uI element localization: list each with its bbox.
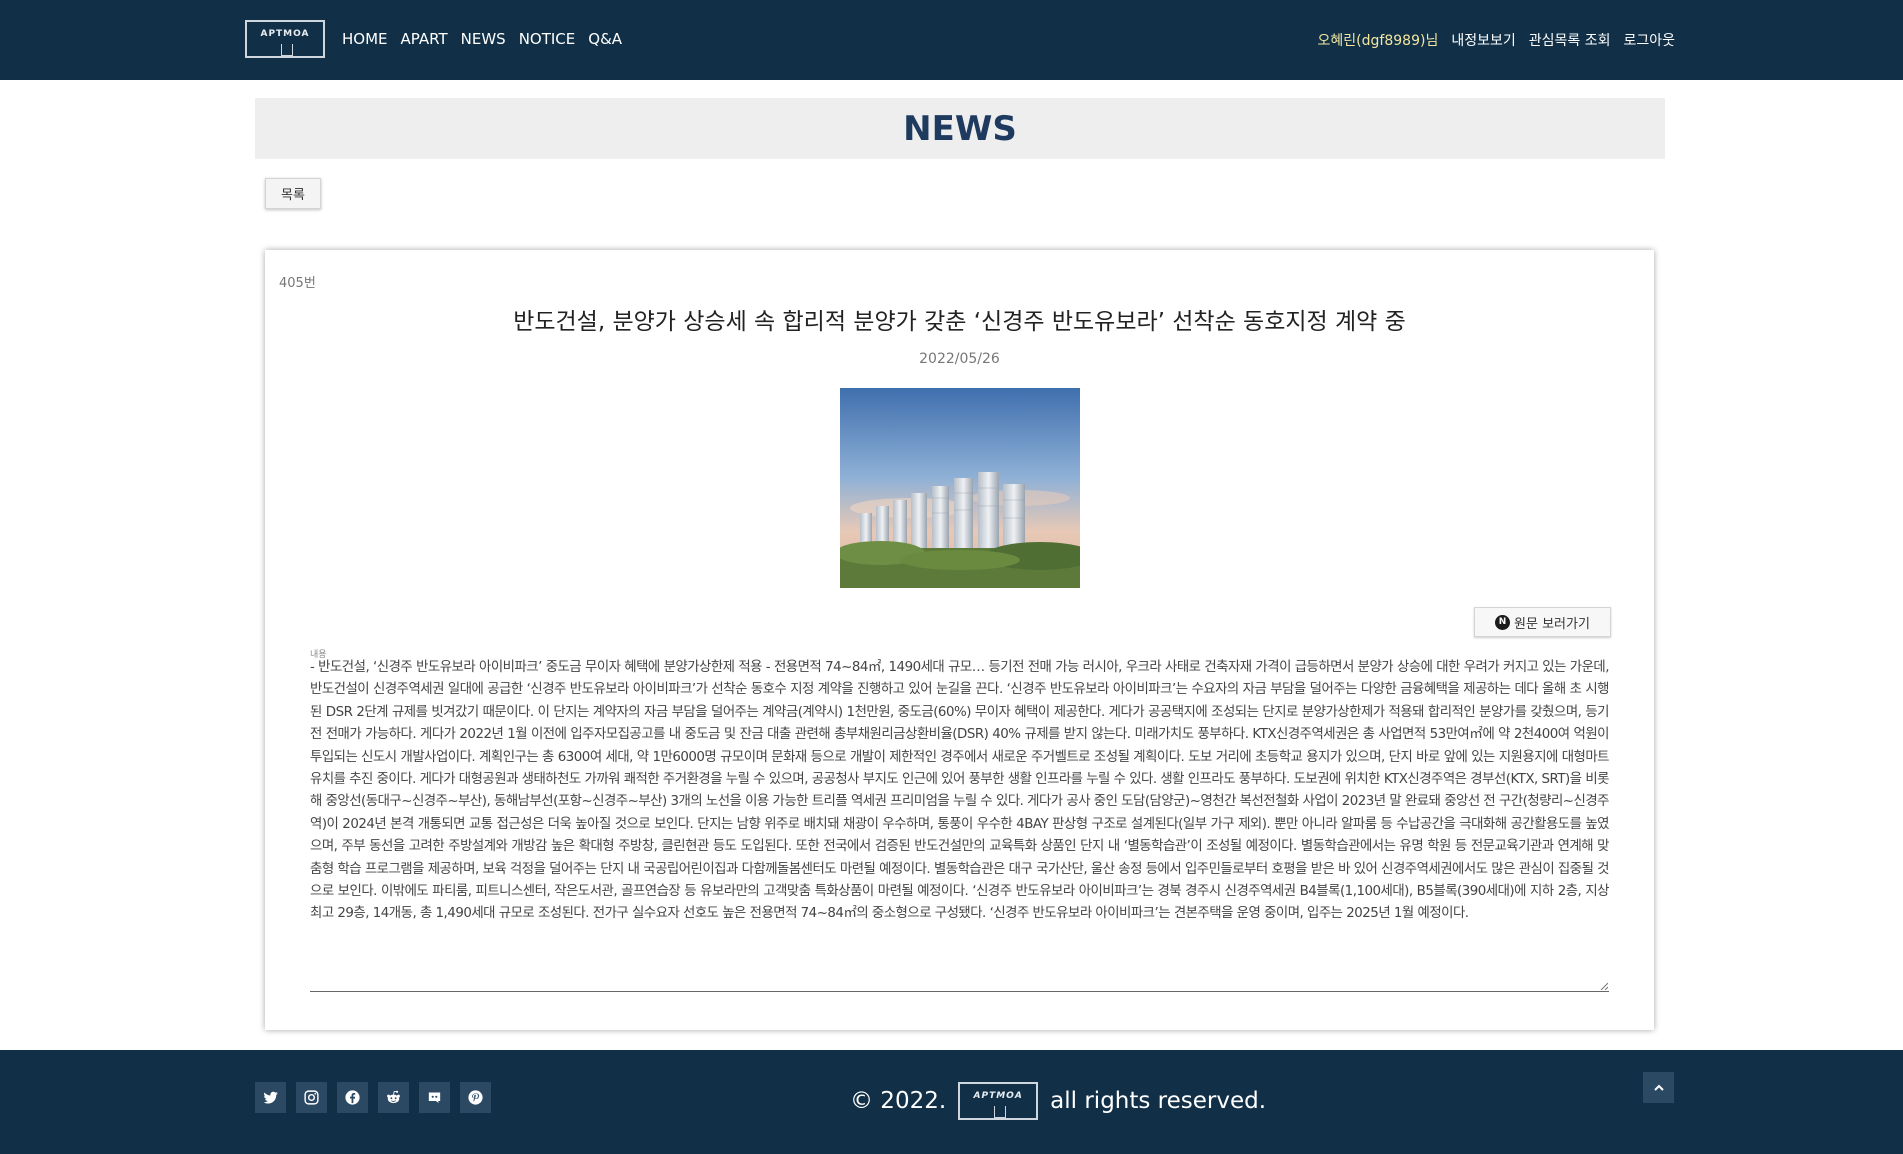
view-original-button[interactable]: N 원문 보러가기: [1474, 607, 1611, 637]
pinterest-icon[interactable]: [460, 1082, 491, 1113]
nav-home[interactable]: HOME: [342, 30, 388, 48]
user-menu: 오혜린(dgf8989)님 내정보보기 관심목록 조회 로그아웃: [1318, 30, 1675, 50]
list-button[interactable]: 목록: [265, 178, 321, 209]
article-card: 405번 반도건설, 분양가 상승세 속 합리적 분양가 갖춘 ‘신경주 반도유…: [265, 250, 1654, 1030]
instagram-icon[interactable]: [296, 1082, 327, 1113]
copyright: © 2022. APTMOA all rights reserved.: [850, 1082, 1266, 1120]
article-number: 405번: [279, 276, 316, 291]
site-logo[interactable]: APTMOA: [245, 20, 325, 58]
copyright-suffix: all rights reserved.: [1050, 1088, 1267, 1114]
nav-notice[interactable]: NOTICE: [519, 30, 576, 48]
footer: © 2022. APTMOA all rights reserved.: [0, 1050, 1903, 1154]
nav-news[interactable]: NEWS: [461, 30, 506, 48]
top-navbar: APTMOA HOME APART NEWS NOTICE Q&A 오혜린(dg…: [0, 0, 1903, 80]
facebook-icon[interactable]: [337, 1082, 368, 1113]
article-content-text: - 반도건설, ‘신경주 반도유보라 아이비파크’ 중도금 무이자 혜택에 분양…: [310, 660, 1609, 922]
logo-text: APTMOA: [260, 29, 310, 39]
discord-icon[interactable]: [419, 1082, 450, 1113]
nav-qna[interactable]: Q&A: [588, 30, 622, 48]
twitter-icon[interactable]: [255, 1082, 286, 1113]
user-name: 오혜린(dgf8989)님: [1317, 33, 1439, 49]
resize-grip-icon[interactable]: [1600, 982, 1608, 990]
social-links: [255, 1082, 491, 1113]
article-content-textarea[interactable]: - 반도건설, ‘신경주 반도유보라 아이비파크’ 중도금 무이자 혜택에 분양…: [310, 657, 1609, 992]
logout-link[interactable]: 로그아웃: [1623, 30, 1675, 50]
my-info-link[interactable]: 내정보보기: [1451, 30, 1515, 50]
favorites-link[interactable]: 관심목록 조회: [1529, 30, 1611, 50]
page-title-band: NEWS: [255, 98, 1665, 159]
article-date: 2022/05/26: [919, 351, 1000, 367]
footer-logo-house-icon: [994, 1106, 1007, 1118]
copyright-prefix: © 2022.: [850, 1088, 947, 1114]
footer-logo-text: APTMOA: [973, 1091, 1023, 1101]
page-title: NEWS: [903, 109, 1017, 149]
footer-logo: APTMOA: [958, 1082, 1039, 1120]
nav-apart[interactable]: APART: [401, 30, 448, 48]
main-nav: HOME APART NEWS NOTICE Q&A: [342, 30, 622, 48]
article-image: [840, 388, 1080, 588]
logo-house-icon: [281, 44, 293, 56]
chevron-up-icon: [1653, 1084, 1664, 1091]
reddit-icon[interactable]: [378, 1082, 409, 1113]
article-title: 반도건설, 분양가 상승세 속 합리적 분양가 갖춘 ‘신경주 반도유보라’ 선…: [513, 309, 1406, 335]
view-original-label: 원문 보러가기: [1514, 616, 1590, 632]
naver-icon: N: [1495, 614, 1511, 630]
scroll-top-button[interactable]: [1643, 1072, 1674, 1103]
